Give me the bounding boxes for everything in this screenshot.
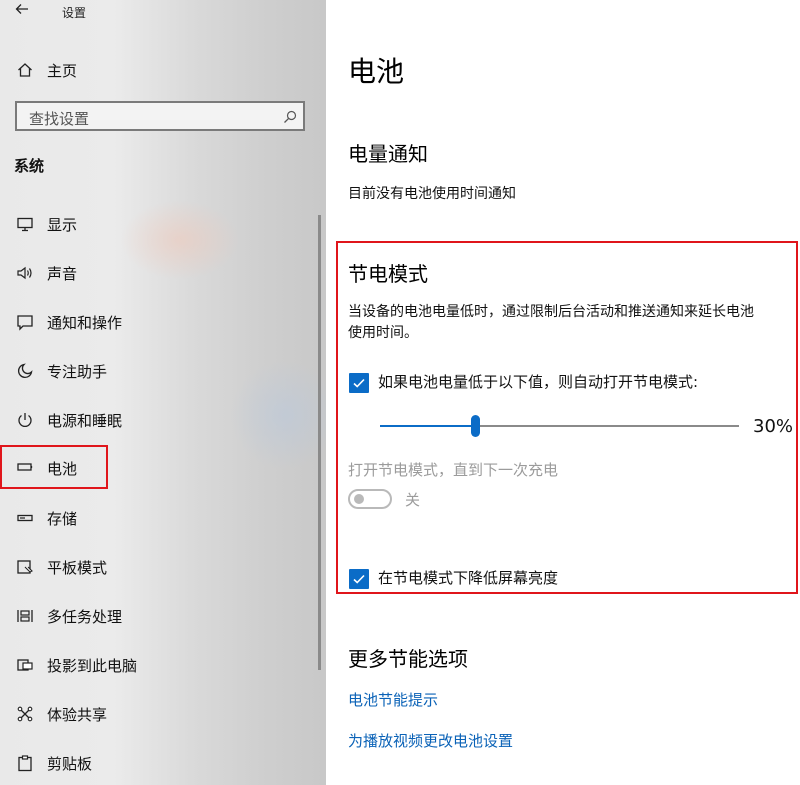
notification-icon [15,312,35,332]
clipboard-icon [15,753,35,773]
nav-home-label: 主页 [47,62,78,80]
sidebar-item-power-sleep[interactable]: 电源和睡眠 [0,403,326,437]
project-icon [15,655,35,675]
auto-saver-label: 如果电池电量低于以下值，则自动打开节电模式: [378,373,699,391]
sidebar-item-storage[interactable]: 存储 [0,501,326,535]
sidebar-item-label: 存储 [47,510,78,528]
checkmark-icon [353,574,365,584]
auto-saver-checkbox[interactable] [349,373,369,393]
title-bar: 设置 [0,0,326,24]
sidebar-item-label: 电池 [47,460,78,478]
sidebar-item-label: 通知和操作 [47,314,123,332]
sidebar-item-label: 体验共享 [47,706,108,724]
threshold-value: 30% [753,416,794,437]
battery-saver-description: 当设备的电池电量低时，通过限制后台活动和推送通知来延长电池 使用时间。 [348,302,754,344]
sidebar-item-multitasking[interactable]: 多任务处理 [0,599,326,633]
toggle-knob [354,494,364,504]
sidebar-item-sound[interactable]: 声音 [0,256,326,290]
sidebar-item-focus-assist[interactable]: 专注助手 [0,354,326,388]
battery-tips-link[interactable]: 电池节能提示 [348,689,438,710]
multitask-icon [15,606,35,626]
threshold-slider-thumb[interactable] [471,415,480,437]
app-title: 设置 [62,6,87,20]
lower-brightness-checkbox[interactable] [349,569,369,589]
lower-brightness-label: 在节电模式下降低屏幕亮度 [378,569,559,587]
sidebar-item-label: 投影到此电脑 [47,657,138,675]
nav-home[interactable]: 主页 [0,56,326,84]
sidebar-item-project[interactable]: 投影到此电脑 [0,648,326,682]
battery-icon [15,457,35,477]
battery-saver-toggle[interactable] [348,489,392,509]
sidebar-item-label: 电源和睡眠 [47,412,123,430]
search-placeholder: 查找设置 [29,110,90,128]
shared-experience-icon [15,704,35,724]
page-title: 电池 [348,55,405,88]
highlight-box [336,241,798,594]
moon-icon [15,361,35,381]
slider-track[interactable] [479,425,739,427]
checkmark-icon [353,378,365,388]
power-icon [15,410,35,430]
slider-track-filled[interactable] [380,425,477,427]
main-content: 电池 电量通知 目前没有电池使用时间通知 节电模式 当设备的电池电量低时，通过限… [326,0,800,785]
sidebar-item-label: 平板模式 [47,559,108,577]
search-input[interactable]: 查找设置 [15,101,305,131]
search-icon [283,109,297,123]
sidebar-item-label: 多任务处理 [47,608,123,626]
until-charge-label: 打开节电模式，直到下一次充电 [348,461,559,479]
sidebar-item-label: 显示 [47,216,78,234]
sidebar-item-label: 声音 [47,265,78,283]
notification-text: 目前没有电池使用时间通知 [348,186,516,202]
battery-saver-heading: 节电模式 [348,262,428,286]
sidebar-item-notifications[interactable]: 通知和操作 [0,305,326,339]
display-icon [15,214,35,234]
sidebar: 设置 主页 查找设置 系统 显示 声音 通知和操作 专注助手 电源和睡眠 电池 … [0,0,326,785]
sidebar-scrollbar[interactable] [318,215,321,670]
sidebar-item-clipboard[interactable]: 剪贴板 [0,746,326,780]
video-battery-settings-link[interactable]: 为播放视频更改电池设置 [348,730,513,751]
home-icon [15,60,35,80]
storage-icon [15,508,35,528]
sidebar-item-tablet-mode[interactable]: 平板模式 [0,550,326,584]
sidebar-item-display[interactable]: 显示 [0,207,326,241]
more-options-heading: 更多节能选项 [348,647,468,671]
back-arrow-icon[interactable] [14,1,30,17]
notification-heading: 电量通知 [348,142,428,166]
toggle-state-label: 关 [405,491,421,509]
sidebar-item-label: 专注助手 [47,363,108,381]
section-title: 系统 [14,157,45,175]
description-line: 当设备的电池电量低时，通过限制后台活动和推送通知来延长电池 [348,304,754,320]
tablet-mode-icon [15,557,35,577]
sound-icon [15,263,35,283]
sidebar-item-battery[interactable]: 电池 [0,445,108,489]
sidebar-item-label: 剪贴板 [47,755,93,773]
sidebar-item-shared-experiences[interactable]: 体验共享 [0,697,326,731]
description-line: 使用时间。 [348,325,418,341]
